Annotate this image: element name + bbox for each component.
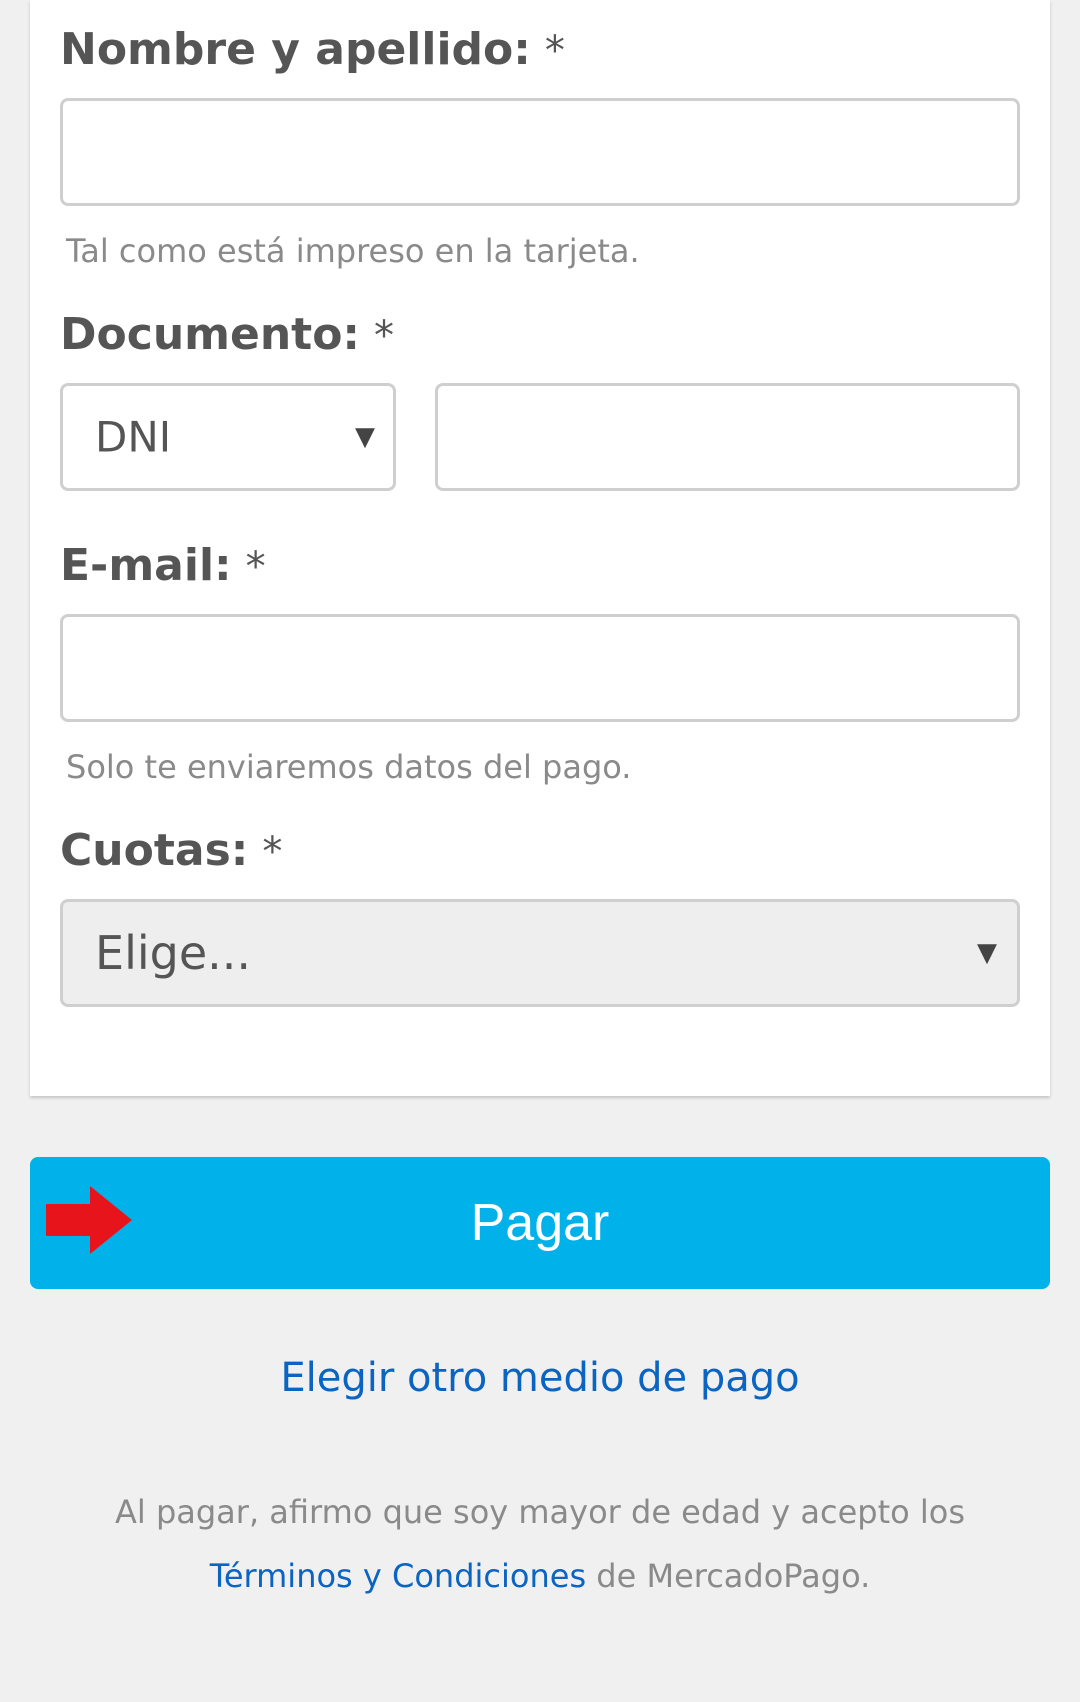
- email-hint: Solo te enviaremos datos del pago.: [66, 748, 632, 786]
- chevron-down-icon: ▼: [355, 422, 375, 452]
- installments-value: Elige...: [95, 926, 251, 980]
- document-label: Documento: *: [60, 313, 394, 357]
- email-label-text: E-mail:: [60, 540, 232, 591]
- email-required-mark: *: [245, 544, 266, 590]
- terms-link[interactable]: Términos y Condiciones: [210, 1557, 586, 1595]
- name-input[interactable]: [60, 98, 1020, 206]
- document-type-value: DNI: [95, 412, 172, 462]
- installments-label: Cuotas: *: [60, 829, 282, 873]
- pay-button-label: Pagar: [470, 1194, 610, 1252]
- name-label-text: Nombre y apellido:: [60, 24, 531, 75]
- terms-suffix: de MercadoPago.: [586, 1557, 871, 1595]
- document-number-input[interactable]: [435, 383, 1020, 491]
- installments-label-text: Cuotas:: [60, 825, 249, 876]
- right-arrow-icon: [46, 1186, 132, 1254]
- terms-text: Al pagar, afirmo que soy mayor de edad y…: [40, 1480, 1040, 1608]
- installments-select[interactable]: Elige... ▼: [60, 899, 1020, 1007]
- email-label: E-mail: *: [60, 544, 266, 588]
- other-payment-method-link[interactable]: Elegir otro medio de pago: [0, 1358, 1080, 1398]
- name-label: Nombre y apellido: *: [60, 28, 565, 72]
- terms-prefix: Al pagar, afirmo que soy mayor de edad y…: [114, 1493, 966, 1531]
- chevron-down-icon: ▼: [977, 938, 997, 968]
- document-label-text: Documento:: [60, 309, 361, 360]
- installments-required-mark: *: [262, 829, 283, 875]
- document-required-mark: *: [374, 313, 395, 359]
- name-hint: Tal como está impreso en la tarjeta.: [66, 232, 640, 270]
- document-type-select[interactable]: DNI ▼: [60, 383, 396, 491]
- pay-button[interactable]: Pagar: [30, 1157, 1050, 1289]
- name-required-mark: *: [544, 28, 565, 74]
- email-input[interactable]: [60, 614, 1020, 722]
